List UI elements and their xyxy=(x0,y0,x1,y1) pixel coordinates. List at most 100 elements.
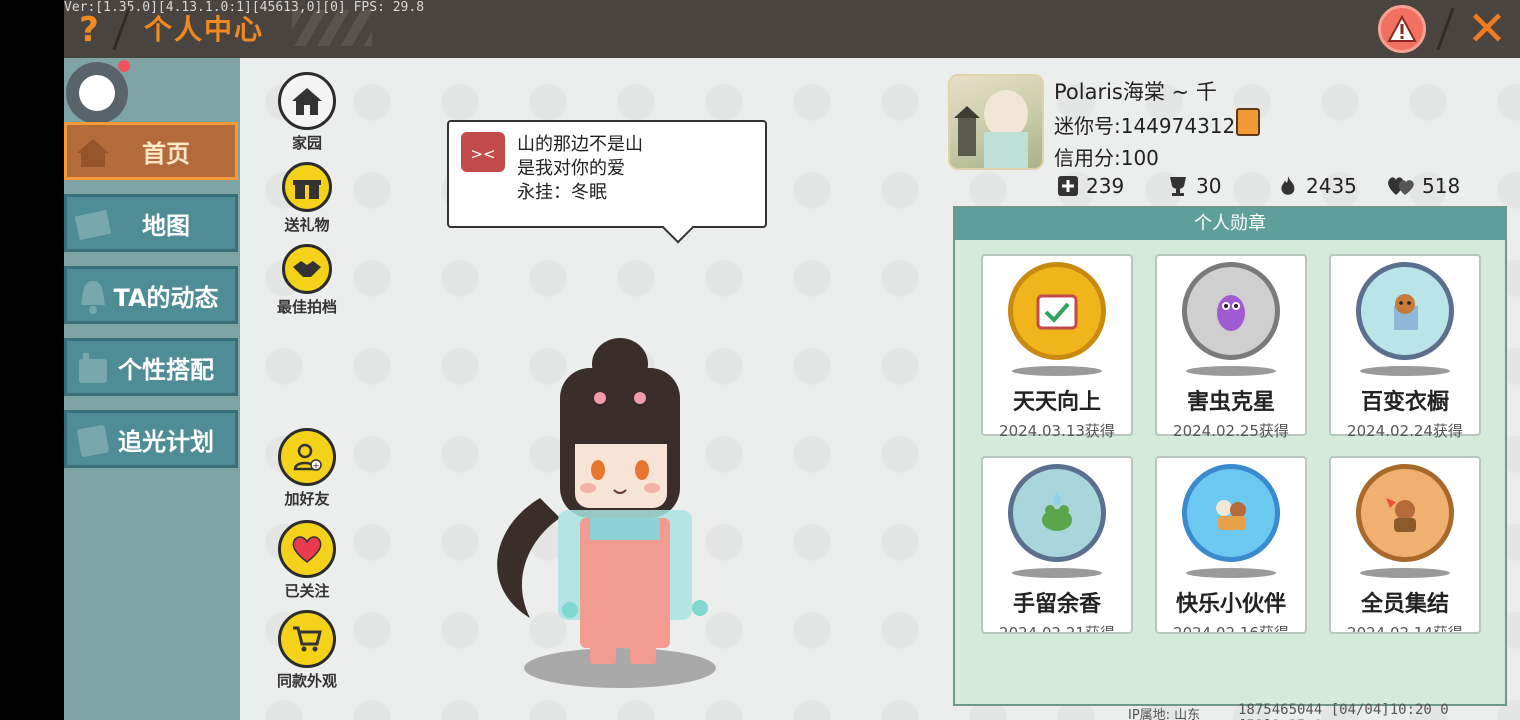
svg-text:+: + xyxy=(312,462,320,472)
home-circle xyxy=(278,72,336,130)
medal-date: 2024.02.21获得 xyxy=(999,624,1115,634)
frog-medal-icon xyxy=(1008,464,1106,562)
signature-line: 山的那边不是山 xyxy=(517,134,643,155)
medal-panel-title: 个人勋章 xyxy=(955,208,1505,240)
hearts-icon xyxy=(1388,177,1414,195)
medal-shadow xyxy=(1360,568,1450,578)
medal-shadow xyxy=(1186,366,1276,376)
best-partner-button[interactable]: 最佳拍档 xyxy=(272,244,342,317)
signature-bubble: >< 山的那边不是山 是我对你的爱 永挂：冬眠 xyxy=(447,120,767,244)
gift-icon xyxy=(293,177,321,199)
player-avatar-character[interactable] xyxy=(470,328,770,708)
add-friend-button[interactable]: + 加好友 xyxy=(272,428,342,509)
trophy-icon xyxy=(1170,177,1186,196)
medal-date: 2024.03.13获得 xyxy=(999,422,1115,440)
bell-icon xyxy=(81,281,105,314)
avatar-portrait-icon xyxy=(954,90,1028,168)
add-user-icon: + xyxy=(293,443,322,472)
wardrobe-medal-icon xyxy=(1356,262,1454,360)
house-icon xyxy=(77,139,109,167)
medal-card[interactable]: 手留余香 2024.02.21获得 xyxy=(981,456,1133,634)
handshake-icon xyxy=(293,261,321,277)
medal-card[interactable]: 快乐小伙伴 2024.02.16获得 xyxy=(1155,456,1307,634)
medal-name: 全员集结 xyxy=(1360,592,1449,617)
copy-id-icon[interactable] xyxy=(1236,108,1260,136)
svg-text:><: >< xyxy=(470,145,495,163)
partner-circle xyxy=(282,244,332,294)
outfit-icon xyxy=(79,353,107,383)
followed-button[interactable]: 已关注 xyxy=(272,520,342,601)
credit-score: 信用分:100 xyxy=(1054,146,1159,170)
close-button[interactable]: ✕ xyxy=(1462,5,1512,53)
notification-dot xyxy=(118,60,130,72)
sidebar: 首页 地图 TA的动态 个性搭配 追光计划 xyxy=(64,58,240,720)
flame-icon xyxy=(1281,176,1295,195)
same-outfit-circle xyxy=(278,610,336,668)
main-content: 家园 送礼物 最佳拍档 + 加好友 已关注 同款外观 >< 山的那边不是山 是我… xyxy=(240,58,1520,720)
header-stripe-decoration xyxy=(292,10,372,46)
build-info: 1875465044 [04/04]10:20 0 [58]1.35.0 xyxy=(1238,702,1449,720)
cart-icon xyxy=(293,626,322,652)
partner-label: 最佳拍档 xyxy=(276,298,337,316)
stat-value: 30 xyxy=(1196,174,1222,198)
medal-shadow xyxy=(1186,568,1276,578)
medal-shadow xyxy=(1012,568,1102,578)
player-nickname: Polaris海棠 ~ 千 xyxy=(1054,80,1217,104)
help-button[interactable]: ? xyxy=(74,10,104,50)
gift-circle xyxy=(282,162,332,212)
heart-icon xyxy=(292,536,322,563)
report-button[interactable] xyxy=(1378,5,1426,53)
medal-date: 2024.02.14获得 xyxy=(1347,624,1463,634)
medal-card[interactable]: 百变衣橱 2024.02.24获得 xyxy=(1329,254,1481,440)
medal-card[interactable]: 天天向上 2024.03.13获得 xyxy=(981,254,1133,440)
profile-avatar[interactable] xyxy=(948,74,1044,170)
bubble-tail xyxy=(662,212,694,244)
sidebar-item-map[interactable]: 地图 xyxy=(64,194,238,252)
medal-name: 手留余香 xyxy=(1012,592,1101,617)
signature-line: 是我对你的爱 xyxy=(517,158,625,179)
same-outfit-label: 同款外观 xyxy=(276,672,337,690)
sidebar-item-label: 地图 xyxy=(142,211,190,240)
plus-square-icon xyxy=(1058,176,1078,196)
gathering-medal-icon xyxy=(1356,464,1454,562)
medal-shadow xyxy=(1012,366,1102,376)
player-mini-id: 迷你号:1449743124 xyxy=(1054,114,1248,138)
medal-date: 2024.02.24获得 xyxy=(1347,422,1463,440)
home-label: 家园 xyxy=(291,134,322,152)
sidebar-item-home[interactable]: 首页 xyxy=(64,122,238,180)
medal-name: 害虫克星 xyxy=(1186,390,1275,415)
sidebar-item-label: 首页 xyxy=(142,139,190,168)
ip-location: IP属地: 山东 xyxy=(1128,708,1201,720)
medal-date: 2024.02.16获得 xyxy=(1173,624,1289,634)
medal-panel: 个人勋章 天天向上 2024.03.13获得 害虫克星 2024.02.25获得 xyxy=(953,206,1507,706)
sidebar-item-outfit[interactable]: 个性搭配 xyxy=(64,338,238,396)
signature-line: 永挂：冬眠 xyxy=(517,182,607,203)
followed-circle xyxy=(278,520,336,578)
page-title: 个人中心 xyxy=(144,13,265,46)
floating-menu-button[interactable] xyxy=(66,62,128,124)
medal-name: 快乐小伙伴 xyxy=(1175,592,1286,617)
add-friend-circle: + xyxy=(278,428,336,486)
medal-name: 天天向上 xyxy=(1012,390,1101,415)
stat-value: 2435 xyxy=(1306,174,1357,198)
friends-medal-icon xyxy=(1182,464,1280,562)
add-friend-label: 加好友 xyxy=(284,490,330,508)
header-divider xyxy=(1436,8,1455,50)
stat-trophies: 30 xyxy=(1166,174,1221,198)
calendar-medal-icon xyxy=(1008,262,1106,360)
gift-label: 送礼物 xyxy=(284,216,330,234)
send-gift-button[interactable]: 送礼物 xyxy=(272,162,342,235)
medal-card[interactable]: 全员集结 2024.02.14获得 xyxy=(1329,456,1481,634)
sidebar-item-light-plan[interactable]: 追光计划 xyxy=(64,410,238,468)
home-button[interactable]: 家园 xyxy=(272,72,342,153)
top-bar: Ver:[1.35.0][4.13.1.0:1][45613,0][0] FPS… xyxy=(64,0,1520,58)
book-icon xyxy=(77,425,109,457)
medal-shadow xyxy=(1360,366,1450,376)
medal-name: 百变衣橱 xyxy=(1360,390,1449,415)
medal-date: 2024.02.25获得 xyxy=(1173,422,1289,440)
profile-screen: Ver:[1.35.0][4.13.1.0:1][45613,0][0] FPS… xyxy=(64,0,1520,720)
medal-card[interactable]: 害虫克星 2024.02.25获得 xyxy=(1155,254,1307,440)
sidebar-item-activity[interactable]: TA的动态 xyxy=(64,266,238,324)
same-outfit-button[interactable]: 同款外观 xyxy=(272,610,342,691)
emoji-icon: >< xyxy=(461,132,505,172)
